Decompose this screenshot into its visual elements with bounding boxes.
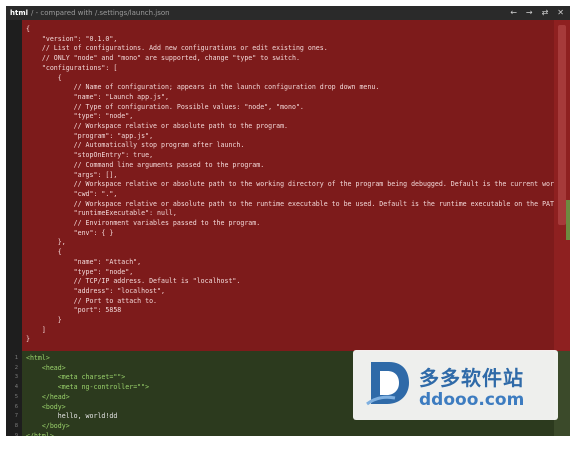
removed-code-line: } xyxy=(26,335,30,344)
ddooo-logo-icon xyxy=(366,362,409,406)
removed-code-line: "env": { } xyxy=(26,228,114,237)
removed-code-line: "runtimeExecutable": null, xyxy=(26,209,177,218)
added-code-line: <body> xyxy=(41,402,66,411)
removed-code-line: // TCP/IP address. Default is "localhost… xyxy=(26,277,241,286)
removed-lines-block: { "version": "0.1.0", // List of configu… xyxy=(22,20,554,351)
line-number: 7 xyxy=(14,413,18,420)
added-code-line: <head> xyxy=(41,363,66,372)
removed-code-line: // Port to attach to. xyxy=(26,296,158,305)
removed-code-line: "cwd": ".", xyxy=(26,189,118,198)
line-number: 4 xyxy=(14,384,18,391)
added-code-line: <html> xyxy=(26,354,50,362)
removed-code-line: "type": "node", xyxy=(26,112,134,121)
overview-change-marker xyxy=(566,200,570,240)
added-code-line: hello, world!dd xyxy=(26,412,118,421)
line-number: 6 xyxy=(14,403,18,410)
title-compare-text: / - compared with /.settings/launch.json xyxy=(31,9,170,17)
swap-sides-icon[interactable]: ⇄ xyxy=(542,6,549,20)
removed-code-line: "program": "app.js", xyxy=(26,131,154,140)
added-code-line: </html> xyxy=(26,431,54,436)
line-number: 5 xyxy=(14,393,18,400)
removed-code-line: "port": 5858 xyxy=(26,306,122,315)
added-code-line: <meta ng-controller=""> xyxy=(57,383,150,392)
line-number: 1 xyxy=(14,355,18,361)
removed-code-line: } xyxy=(26,316,62,324)
removed-code-line: // List of configurations. Add new confi… xyxy=(26,44,328,53)
line-number: 3 xyxy=(14,374,18,381)
removed-code-line: // Automatically stop program after laun… xyxy=(26,141,245,150)
removed-code-line: "name": "Attach", xyxy=(26,257,142,266)
watermark-url: ddooo.com xyxy=(419,390,525,410)
diff-navigation: ← → ⇄ ✕ xyxy=(510,6,564,20)
previous-change-icon[interactable]: ← xyxy=(510,6,517,20)
added-code-line: </head> xyxy=(41,392,70,401)
removed-code-line: // Workspace relative or absolute path t… xyxy=(26,180,554,189)
removed-code-line: // Name of configuration; appears in the… xyxy=(26,83,380,92)
line-number: 2 xyxy=(14,364,18,371)
line-number-gutter: 1 2 3 4 5 6 7 8 9 xyxy=(6,20,22,436)
removed-code-line: "name": "Launch app.js", xyxy=(26,92,169,101)
removed-code-line: // Workspace relative or absolute path t… xyxy=(26,199,554,208)
removed-code-line: // ONLY "node" and "mono" are supported,… xyxy=(26,54,300,63)
title-text: html / - compared with /.settings/launch.… xyxy=(10,6,170,20)
removed-code-line: "configurations": [ xyxy=(26,63,118,72)
removed-code-line: ] xyxy=(26,325,46,334)
added-code-line: <meta charset=""> xyxy=(57,373,126,382)
scrollbar-thumb[interactable] xyxy=(558,25,566,225)
removed-code-line: // Environment variables passed to the p… xyxy=(26,219,261,227)
watermark: 多多软件站 ddooo.com xyxy=(353,350,558,420)
next-change-icon[interactable]: → xyxy=(526,6,533,20)
removed-code-line: "version": "0.1.0", xyxy=(26,34,118,43)
added-code-line: </body> xyxy=(41,421,70,430)
line-number: 8 xyxy=(14,422,18,429)
removed-code-line: "stopOnEntry": true, xyxy=(26,151,154,160)
removed-code-line: // Command line arguments passed to the … xyxy=(26,160,265,169)
removed-code-line: { xyxy=(26,25,30,33)
title-filename: html xyxy=(10,9,29,17)
removed-code-line: // Workspace relative or absolute path t… xyxy=(26,122,289,130)
line-number: 9 xyxy=(14,432,18,436)
removed-code-line: { xyxy=(26,73,62,82)
close-icon[interactable]: ✕ xyxy=(557,6,564,20)
removed-code-line: // Type of configuration. Possible value… xyxy=(26,102,304,111)
editor-titlebar: html / - compared with /.settings/launch.… xyxy=(6,6,570,20)
removed-code-line: { xyxy=(26,248,62,257)
watermark-brand: 多多软件站 xyxy=(419,366,524,390)
removed-code-line: }, xyxy=(26,238,66,247)
removed-code-line: "args": [], xyxy=(26,170,118,179)
removed-code-line: "address": "localhost", xyxy=(26,286,165,295)
removed-code-line: "type": "node", xyxy=(26,267,134,276)
